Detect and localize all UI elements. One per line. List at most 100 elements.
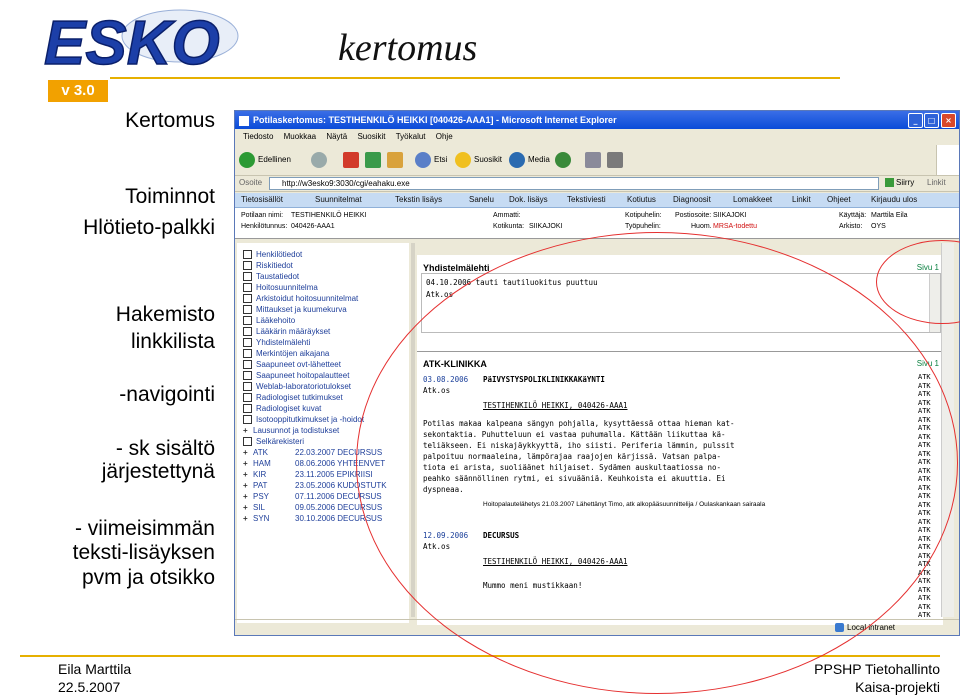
menu-bar: Tiedosto Muokkaa Näytä Suosikit Työkalut… xyxy=(235,129,959,145)
stop-button[interactable] xyxy=(343,151,362,169)
menu-ohje[interactable]: Ohje xyxy=(436,132,453,141)
nav-linkit[interactable]: Linkit xyxy=(792,193,811,207)
spec-sil[interactable]: + SIL 09.05.2006 DECURSUS xyxy=(243,502,382,513)
app-navigation: Tietosisällöt Suunnitelmat Tekstin lisäy… xyxy=(235,193,959,208)
menu-tiedosto[interactable]: Tiedosto xyxy=(243,132,273,141)
expand-icon: + xyxy=(243,514,248,523)
link-selkarekisteri[interactable]: Selkärekisteri xyxy=(243,436,304,447)
link-yhdistelmalehti[interactable]: Yhdistelmälehti xyxy=(243,337,310,348)
minimize-icon[interactable]: _ xyxy=(908,113,923,128)
address-label: Osoite xyxy=(239,178,263,187)
side-hakemisto: Hakemisto xyxy=(115,303,215,326)
logo-text: ESKO xyxy=(44,9,220,78)
document-icon xyxy=(243,327,252,337)
nav-ohjeet[interactable]: Ohjeet xyxy=(827,193,851,207)
patient-note-label: Huom. xyxy=(691,223,712,230)
spec-pat[interactable]: + PAT 23.05.2006 KUDOSTUTK xyxy=(243,480,387,491)
menu-tyokalut[interactable]: Työkalut xyxy=(396,132,426,141)
nav-lomakkeet[interactable]: Lomakkeet xyxy=(733,193,772,207)
close-icon[interactable]: × xyxy=(941,113,956,128)
spec-psy[interactable]: + PSY 07.11.2006 DECURSUS xyxy=(243,491,382,502)
patient-work-label: Työpuhelin: xyxy=(625,223,661,230)
link-radiologiset-kuvat[interactable]: Radiologiset kuvat xyxy=(243,403,321,414)
menu-nayta[interactable]: Näytä xyxy=(326,132,347,141)
search-button[interactable]: Etsi xyxy=(415,151,447,169)
nav-kirjaudu-ulos[interactable]: Kirjaudu ulos xyxy=(871,193,917,207)
patient-id-label: Henkilötunnus: xyxy=(241,223,288,230)
go-arrow-icon xyxy=(885,178,894,188)
star-icon xyxy=(455,151,471,168)
links-label[interactable]: Linkit xyxy=(927,175,946,191)
annotation-circle-text xyxy=(356,232,958,694)
link-weblab[interactable]: Weblab-laboratoriotulokset xyxy=(243,381,351,392)
forward-button[interactable] xyxy=(311,151,330,169)
expand-icon: + xyxy=(243,481,248,490)
favorites-button[interactable]: Suosikit xyxy=(455,151,502,169)
document-icon xyxy=(243,250,252,260)
document-icon xyxy=(243,415,252,425)
archive-label: Arkisto: xyxy=(839,223,863,230)
link-hoitosuunnitelma[interactable]: Hoitosuunnitelma xyxy=(243,282,318,293)
link-taustatiedot[interactable]: Taustatiedot xyxy=(243,271,299,282)
link-riskitiedot[interactable]: Riskitiedot xyxy=(243,260,293,271)
nav-suunnitelmat[interactable]: Suunnitelmat xyxy=(315,193,362,207)
refresh-button[interactable] xyxy=(365,151,384,169)
nav-diagnoosit[interactable]: Diagnoosit xyxy=(673,193,711,207)
back-button[interactable]: Edellinen xyxy=(239,151,291,169)
patient-phone-label: Kotipuhelin: xyxy=(625,212,662,219)
address-input[interactable]: http://w3esko9:3030/cgi/eahaku.exe xyxy=(269,177,879,190)
atk-marker: ATK xyxy=(918,577,931,585)
atk-marker: ATK xyxy=(918,594,931,602)
link-arkistoidut[interactable]: Arkistoidut hoitosuunnitelmat xyxy=(243,293,358,304)
link-laakehoito[interactable]: Lääkehoito xyxy=(243,315,295,326)
spec-syn[interactable]: + SYN 30.10.2006 DECURSUS xyxy=(243,513,382,524)
home-button[interactable] xyxy=(387,151,406,169)
side-hlotieto: Hlötieto-palkki xyxy=(83,216,215,239)
windows-logo-icon xyxy=(936,145,959,175)
nav-tekstin-lisays[interactable]: Tekstin lisäys xyxy=(395,193,442,207)
expand-icon: + xyxy=(243,448,248,457)
link-radiologiset-tutkimukset[interactable]: Radiologiset tutkimukset xyxy=(243,392,343,403)
nav-sanelu[interactable]: Sanelu xyxy=(469,193,494,207)
link-mittaukset[interactable]: Mittaukset ja kuumekurva xyxy=(243,304,347,315)
side-viimeisimman: - viimeisimmän xyxy=(74,517,215,540)
expand-icon: + xyxy=(243,470,248,479)
side-sisalto: - sk sisältö xyxy=(115,437,215,460)
footer-org: PPSHP Tietohallinto xyxy=(814,661,940,677)
side-pvm-otsikko: pvm ja otsikko xyxy=(81,566,215,589)
link-hoitopalautteet[interactable]: Saapuneet hoitopalautteet xyxy=(243,370,349,381)
nav-dok-lisays[interactable]: Dok. lisäys xyxy=(509,193,548,207)
print-button[interactable] xyxy=(607,151,626,169)
expand-icon: + xyxy=(243,503,248,512)
history-button[interactable] xyxy=(555,151,574,169)
document-icon xyxy=(243,316,252,326)
menu-muokkaa[interactable]: Muokkaa xyxy=(284,132,316,141)
spec-kir[interactable]: + KIR 23.11.2005 EPIKRIISI xyxy=(243,469,373,480)
link-aikajana[interactable]: Merkintöjen aikajana xyxy=(243,348,329,359)
forward-arrow-icon xyxy=(311,151,327,168)
back-arrow-icon xyxy=(239,151,255,168)
spec-ham[interactable]: + HAM 08.06.2006 YHTEENVET xyxy=(243,458,385,469)
spec-atk[interactable]: + ATK 22.03.2007 DECURSUS xyxy=(243,447,382,458)
address-bar: Osoite http://w3esko9:3030/cgi/eahaku.ex… xyxy=(235,175,959,192)
link-henkilotiedot[interactable]: Henkilötiedot xyxy=(243,249,302,260)
maximize-icon[interactable]: □ xyxy=(924,113,939,128)
nav-tekstiviesti[interactable]: Tekstiviesti xyxy=(567,193,606,207)
link-ovt-lahetteet[interactable]: Saapuneet ovt-lähetteet xyxy=(243,359,341,370)
link-laakarin-maaraykset[interactable]: Lääkärin määräykset xyxy=(243,326,330,337)
document-icon xyxy=(243,437,252,447)
side-toiminnot: Toiminnot xyxy=(125,185,215,208)
nav-tietosisallot[interactable]: Tietosisällöt xyxy=(241,193,283,207)
link-isotooppi[interactable]: Isotooppitutkimukset ja -hoidot xyxy=(243,414,364,425)
nav-kotiutus[interactable]: Kotiutus xyxy=(627,193,656,207)
go-button[interactable]: Siirry xyxy=(885,175,914,191)
document-icon xyxy=(243,382,252,392)
patient-postal: SIIKAJOKI xyxy=(713,212,747,219)
menu-suosikit[interactable]: Suosikit xyxy=(357,132,385,141)
document-icon xyxy=(243,294,252,304)
side-jarjestettyna: järjestettynä xyxy=(101,460,215,483)
link-lausunnot[interactable]: + Lausunnot ja todistukset xyxy=(243,425,339,436)
media-button[interactable]: Media xyxy=(509,151,550,169)
mail-button[interactable] xyxy=(585,151,604,169)
atk-marker: ATK xyxy=(918,602,931,611)
